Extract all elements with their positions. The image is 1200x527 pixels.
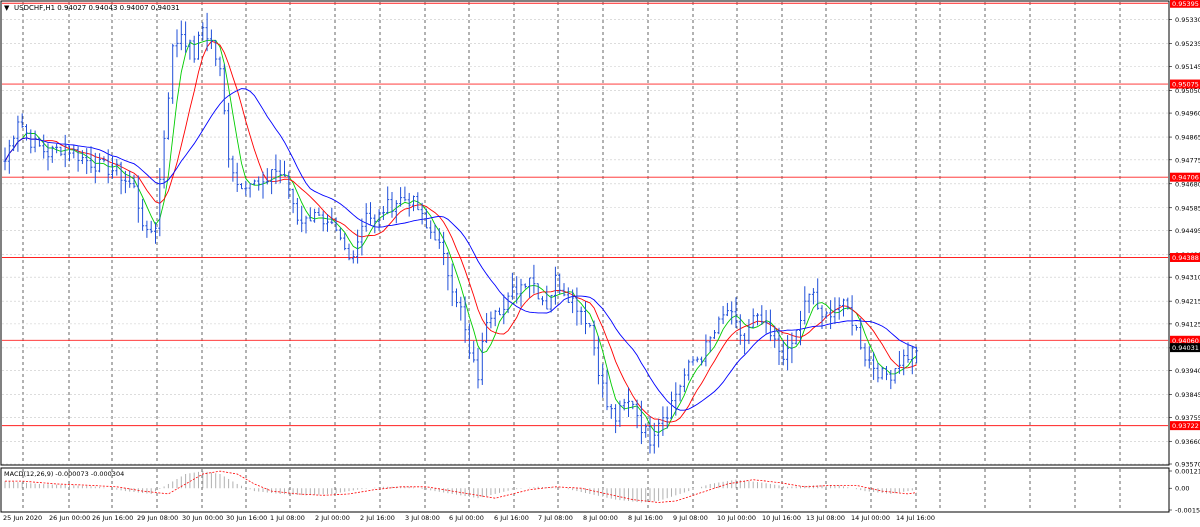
price-pane[interactable] [0,0,1170,466]
time-tick-label: 8 Jul 16:00 [628,514,663,522]
macd-label: MACD(12,26,9) -0.000073 -0.000304 [4,470,124,478]
time-tick-label: 7 Jul 08:00 [538,514,573,522]
price-tick-label: 0.95330 [1175,16,1200,24]
time-tick-label: 6 Jul 00:00 [449,514,484,522]
time-tick-label: 6 Jul 16:00 [494,514,529,522]
indicator-tick-label: 0.00 [1175,485,1189,493]
time-axis: 25 Jun 2020 26 Jun 00:00 26 Jun 16:00 29 Ju… [3,514,935,522]
level-price-label: 0.95395 [1172,0,1199,8]
time-tick-label: 8 Jul 00:00 [583,514,618,522]
price-tick-label: 0.93660 [1175,438,1200,446]
chart-window[interactable]: ▼ USDCHF,H1 0.94027 0.94043 0.94007 0.94… [0,0,1200,527]
time-tick-label: 30 Jun 16:00 [226,514,267,522]
price-tick-label: 0.94310 [1175,274,1200,282]
time-tick-label: 9 Jul 08:00 [673,514,708,522]
time-tick-label: 13 Jul 08:00 [806,514,845,522]
price-tick-label: 0.94495 [1175,227,1200,235]
time-tick-label: 2 Jul 16:00 [360,514,395,522]
time-tick-label: 10 Jul 00:00 [717,514,756,522]
chart-title: USDCHF,H1 0.94027 0.94043 0.94007 0.9403… [14,4,180,12]
time-tick-label: 26 Jun 00:00 [49,514,90,522]
price-tick-label: 0.94125 [1175,320,1200,328]
price-tick-label: 0.94585 [1175,204,1200,212]
level-price-label: 0.94706 [1172,174,1199,182]
level-price-label: 0.94388 [1172,254,1199,262]
time-tick-label: 29 Jun 08:00 [137,514,178,522]
time-tick-label: 1 Jul 08:00 [270,514,305,522]
time-tick-label: 10 Jul 16:00 [762,514,801,522]
price-tick-label: 0.93940 [1175,367,1200,375]
price-tick-label: 0.93845 [1175,391,1200,399]
indicator-tick-label: -0.00153 [1175,507,1200,515]
price-axis: 0.953300.952350.951450.950500.949600.948… [1169,0,1200,469]
price-tick-label: 0.93755 [1175,414,1200,422]
level-price-label: 0.95075 [1172,81,1199,89]
time-tick-label: 14 Jul 00:00 [851,514,890,522]
level-price-label: 0.93722 [1172,422,1199,430]
time-tick-label: 3 Jul 08:00 [405,514,440,522]
price-tick-label: 0.94215 [1175,298,1200,306]
price-tick-label: 0.94865 [1175,134,1200,142]
time-tick-label: 26 Jun 16:00 [92,514,133,522]
current-price-label: 0.94031 [1172,344,1199,352]
price-tick-label: 0.95235 [1175,40,1200,48]
price-tick-label: 0.94775 [1175,156,1200,164]
time-tick-label: 30 Jun 00:00 [182,514,223,522]
indicator-tick-label: 0.00121 [1175,468,1200,476]
time-tick-label: 25 Jun 2020 [3,514,42,522]
price-tick-label: 0.95145 [1175,63,1200,71]
chart-menu-icon[interactable]: ▼ [4,4,10,12]
indicator-axis: 0.00121 0.00 -0.00153 [1169,468,1200,515]
time-tick-label: 14 Jul 16:00 [896,514,935,522]
price-tick-label: 0.94960 [1175,110,1200,118]
time-tick-label: 2 Jul 00:00 [315,514,350,522]
